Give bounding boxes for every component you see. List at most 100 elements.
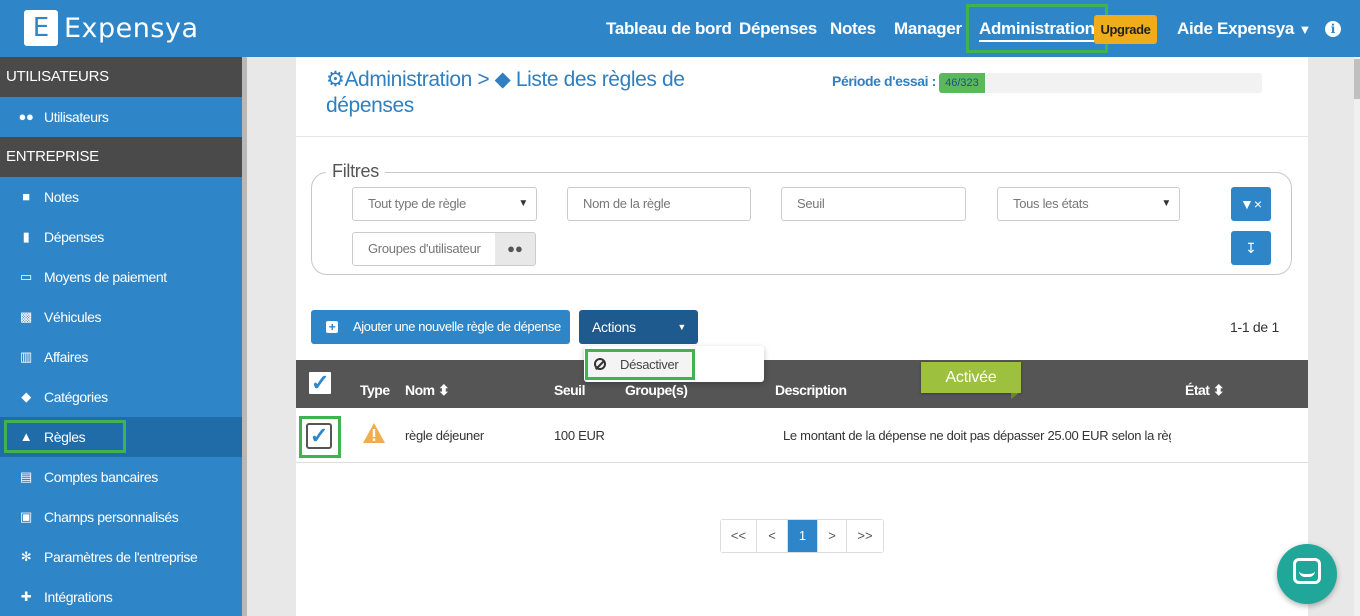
trial-progress-fill: 46/323: [939, 73, 985, 93]
upgrade-button[interactable]: Upgrade: [1094, 15, 1157, 44]
users-icon: ●●: [18, 109, 34, 124]
check-icon: ✓: [311, 370, 329, 395]
page-title: ⚙Administration > ◆ Liste des règles de …: [326, 67, 746, 119]
nav-expenses[interactable]: Dépenses: [739, 0, 817, 57]
breadcrumb-root[interactable]: Administration >: [344, 68, 489, 91]
add-rule-button[interactable]: + Ajouter une nouvelle règle de dépense: [311, 310, 570, 344]
app-logo[interactable]: E Expensya: [24, 10, 199, 46]
nav-administration-label: Administration: [979, 19, 1095, 42]
sidebar-item-label: Champs personnalisés: [44, 509, 179, 525]
status-badge-fold: [1011, 393, 1019, 399]
book-icon: ▥: [20, 349, 32, 364]
scrollbar-thumb[interactable]: [1354, 59, 1360, 99]
user-groups-button[interactable]: ●●: [495, 232, 536, 266]
caret-down-icon: ▼: [518, 198, 528, 209]
sidebar-item-categories[interactable]: ◆ Catégories: [0, 377, 242, 417]
sidebar-item-affaires[interactable]: ▥ Affaires: [0, 337, 242, 377]
sidebar-section-users: UTILISATEURS: [0, 57, 242, 97]
sidebar-item-bank-accounts[interactable]: ▤ Comptes bancaires: [0, 457, 242, 497]
pagination: << < 1 > >>: [720, 519, 884, 553]
user-groups-input[interactable]: Groupes d'utilisateur: [352, 232, 496, 266]
sidebar-item-utilisateurs[interactable]: ●● Utilisateurs: [0, 97, 242, 137]
sidebar-item-label: Paramètres de l'entreprise: [44, 549, 198, 565]
rule-name-placeholder: Nom de la règle: [583, 196, 671, 211]
caret-down-icon: ▼: [1161, 198, 1171, 209]
sidebar-item-regles[interactable]: ▲ Règles: [0, 417, 242, 457]
chat-launcher-button[interactable]: [1277, 544, 1337, 604]
row-checkbox[interactable]: ✓: [306, 423, 332, 449]
select-all-checkbox[interactable]: ✓: [307, 370, 333, 396]
sidebar-scrollbar[interactable]: [242, 57, 247, 616]
sidebar-item-label: Intégrations: [44, 589, 113, 605]
user-groups-placeholder: Groupes d'utilisateur: [368, 241, 481, 256]
deactivate-menu-item[interactable]: Désactiver: [585, 349, 695, 380]
ban-icon: [594, 358, 606, 370]
rule-type-select[interactable]: Tout type de règle ▼: [352, 187, 537, 221]
sidebar-item-custom-fields[interactable]: ▣ Champs personnalisés: [0, 497, 242, 537]
plus-square-icon: +: [326, 321, 338, 333]
top-navbar: E Expensya Tableau de bord Dépenses Note…: [0, 0, 1360, 57]
rule-name-input[interactable]: Nom de la règle: [567, 187, 751, 221]
trial-progress-bar: 46/323: [939, 73, 1262, 93]
header-status[interactable]: État ⬍: [1185, 382, 1225, 399]
nav-help[interactable]: Aide Expensya ▼: [1177, 0, 1311, 57]
sidebar-item-label: Comptes bancaires: [44, 469, 158, 485]
puzzle-icon: ✚: [20, 589, 32, 604]
header-threshold: Seuil: [554, 382, 585, 398]
status-select[interactable]: Tous les états ▼: [997, 187, 1180, 221]
file-icon: ▮: [22, 229, 30, 244]
tags-icon: ◆: [494, 68, 511, 91]
cubes-icon: ▣: [20, 509, 32, 524]
sidebar-item-notes[interactable]: ■ Notes: [0, 177, 242, 217]
warning-icon: [363, 423, 385, 443]
actions-dropdown-menu: Désactiver: [584, 346, 764, 382]
chevron-down-icon: ▼: [1298, 22, 1312, 37]
sidebar-item-payment-methods[interactable]: ▭ Moyens de paiement: [0, 257, 242, 297]
sidebar-item-label: Moyens de paiement: [44, 269, 167, 285]
check-icon: ✓: [309, 423, 329, 448]
sidebar-item-label: Notes: [44, 189, 79, 205]
page-current-button[interactable]: 1: [788, 520, 818, 552]
threshold-input[interactable]: Seuil: [781, 187, 966, 221]
clear-filters-button[interactable]: ▼×: [1231, 187, 1271, 221]
rule-description: Le montant de la dépense ne doit pas dép…: [783, 428, 1171, 443]
sidebar-item-depenses[interactable]: ▮ Dépenses: [0, 217, 242, 257]
page-prev-button[interactable]: <: [757, 520, 788, 552]
page-next-button[interactable]: >: [818, 520, 847, 552]
filter-remove-icon: ▼×: [1239, 196, 1263, 212]
status-value: Tous les états: [1013, 196, 1089, 211]
result-count: 1-1 de 1: [1230, 319, 1279, 335]
sidebar-item-label: Véhicules: [44, 309, 102, 325]
table-row[interactable]: ✓ règle déjeuner 100 EUR Le montant de l…: [296, 408, 1308, 463]
nav-administration[interactable]: Administration: [966, 4, 1108, 53]
deactivate-label: Désactiver: [620, 357, 679, 372]
car-icon: ▩: [20, 309, 32, 324]
tags-icon: ◆: [21, 389, 31, 404]
table-header: ✓ Type Nom ⬍ Seuil Groupe(s) Description…: [296, 360, 1308, 408]
page-last-button[interactable]: >>: [847, 520, 883, 552]
page-first-button[interactable]: <<: [721, 520, 757, 552]
nav-manager[interactable]: Manager: [894, 0, 962, 57]
actions-label: Actions: [592, 319, 636, 335]
app-name: Expensya: [64, 12, 199, 44]
sidebar-item-integrations[interactable]: ✚ Intégrations: [0, 577, 242, 616]
header-name[interactable]: Nom ⬍: [405, 382, 450, 399]
sidebar-item-company-settings[interactable]: ✻ Paramètres de l'entreprise: [0, 537, 242, 577]
header-description: Description: [775, 382, 847, 398]
sidebar-item-label: Utilisateurs: [44, 109, 109, 125]
download-button[interactable]: ↧: [1231, 231, 1271, 265]
sidebar-item-vehicles[interactable]: ▩ Véhicules: [0, 297, 242, 337]
rule-name[interactable]: règle déjeuner: [405, 428, 484, 443]
nav-notes[interactable]: Notes: [830, 0, 876, 57]
nav-dashboard[interactable]: Tableau de bord: [606, 0, 732, 57]
sidebar-item-label: Affaires: [44, 349, 89, 365]
actions-dropdown-button[interactable]: Actions ▼: [579, 310, 698, 344]
cog-icon: ⚙: [326, 68, 345, 91]
status-badge[interactable]: Activée: [921, 362, 1021, 393]
warning-icon: ▲: [19, 429, 33, 444]
main-panel: ⚙Administration > ◆ Liste des règles de …: [296, 57, 1308, 616]
sidebar: UTILISATEURS ●● Utilisateurs ENTREPRISE ■…: [0, 57, 242, 616]
info-icon[interactable]: i: [1325, 21, 1341, 37]
page-scrollbar[interactable]: [1354, 57, 1360, 616]
logo-mark: E: [24, 10, 58, 46]
